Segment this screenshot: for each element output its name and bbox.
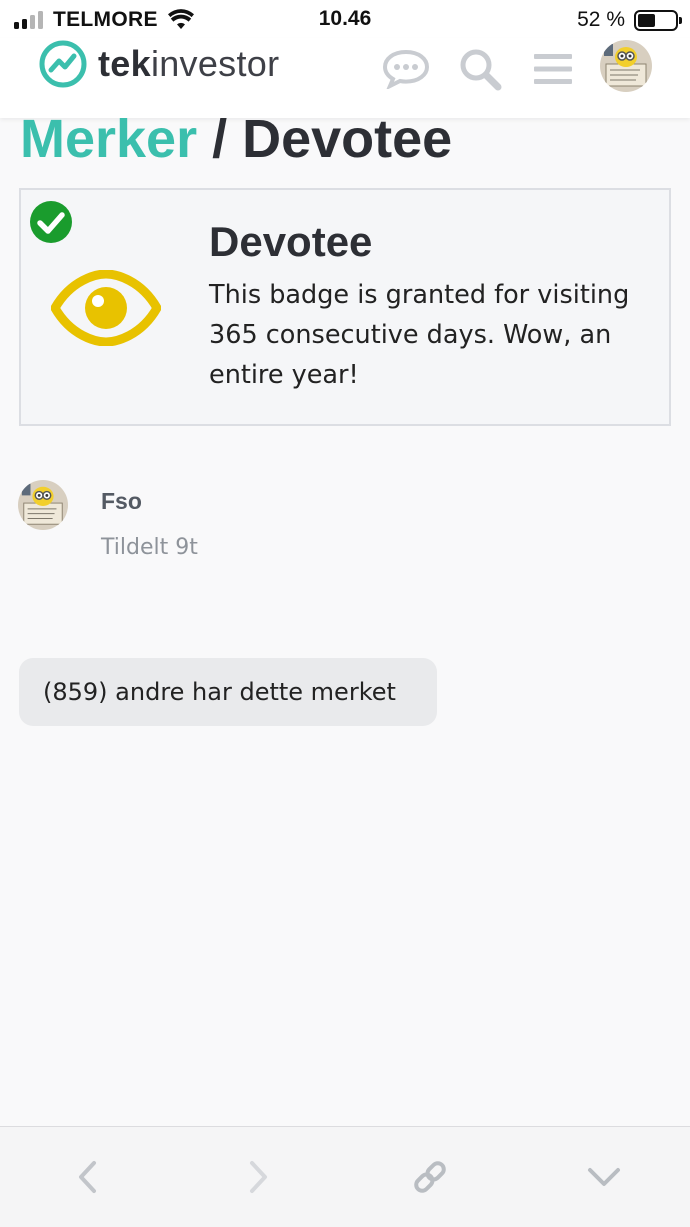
breadcrumb-link-merker[interactable]: Merker [20, 109, 197, 169]
others-count-label: (859) andre har dette merket [19, 658, 437, 726]
badge-description: This badge is granted for visiting 365 c… [209, 280, 630, 390]
bottom-navigation-bar [0, 1126, 690, 1227]
menu-button[interactable] [528, 44, 578, 94]
page-title-text: Devotee [242, 109, 453, 169]
status-bar: TELMORE 10.46 52 % [0, 0, 690, 38]
grantee-username[interactable]: Fso [101, 488, 142, 515]
logo-text-light: investor [150, 43, 280, 84]
hamburger-menu-icon [534, 54, 572, 84]
chevron-down-icon [588, 1168, 620, 1186]
back-button[interactable] [66, 1155, 110, 1199]
page-title: Merker / Devotee [20, 108, 452, 170]
logo-text-bold: tek [98, 43, 151, 84]
chat-button[interactable] [381, 44, 431, 94]
back-icon [79, 1161, 96, 1193]
badge-card: Devotee This badge is granted for visiti… [19, 188, 671, 426]
link-icon [414, 1161, 446, 1193]
logo-text: tekinvestor [98, 43, 279, 85]
battery-icon [634, 9, 682, 31]
search-button[interactable] [455, 44, 505, 94]
breadcrumb-separator: / [197, 109, 243, 169]
avatar-image [18, 480, 68, 530]
avatar-image [600, 40, 652, 92]
granted-check-icon [30, 201, 72, 243]
search-icon [460, 49, 502, 91]
badge-name: Devotee [209, 218, 373, 265]
badge-grantee[interactable]: Fso Tildelt 9t [18, 480, 418, 570]
grantee-avatar[interactable] [18, 480, 68, 530]
scroll-down-button[interactable] [582, 1155, 626, 1199]
granted-time: Tildelt 9t [101, 535, 198, 560]
user-avatar[interactable] [600, 40, 652, 92]
status-right: 52 % [577, 8, 682, 32]
site-header: tekinvestor [0, 38, 690, 118]
logo-mark-icon [39, 40, 87, 88]
battery-fill [638, 13, 655, 27]
battery-percent: 52 % [577, 8, 625, 31]
chat-icon [382, 49, 430, 89]
forward-button[interactable] [236, 1155, 280, 1199]
share-link-button[interactable] [408, 1155, 452, 1199]
site-logo[interactable]: tekinvestor [38, 38, 279, 90]
forward-icon [250, 1161, 267, 1193]
battery-tip [679, 16, 682, 24]
eye-icon [51, 270, 161, 346]
